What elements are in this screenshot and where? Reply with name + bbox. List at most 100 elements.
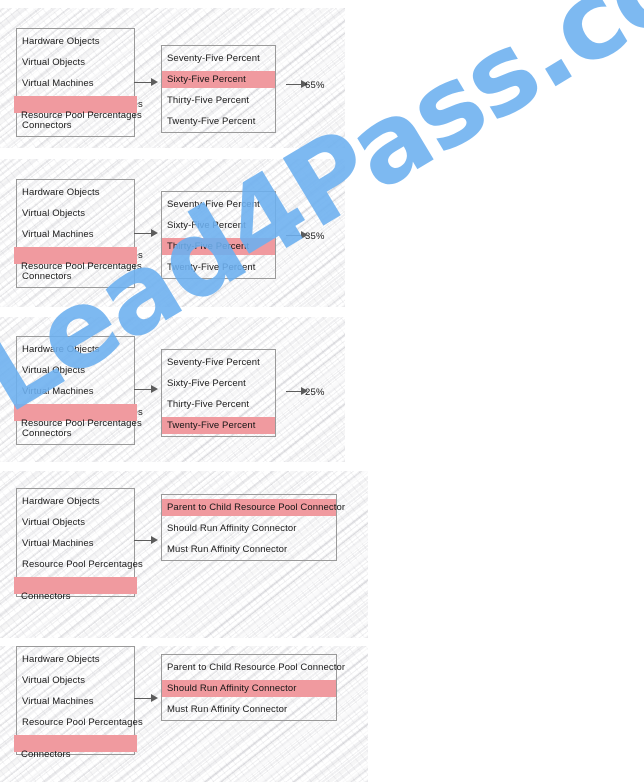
right-list-item[interactable]: Twenty-Five Percent	[162, 111, 275, 132]
right-list-item[interactable]: Thirty-Five Percent	[162, 90, 275, 111]
result-percentage-value: 65%	[305, 80, 325, 91]
screenshot-root: Hardware Objects Virtual Objects Virtual M…	[0, 0, 644, 782]
right-list-item[interactable]: Must Run Affinity Connector	[162, 539, 336, 560]
right-list-selected-item[interactable]: Twenty-Five Percent	[162, 417, 275, 434]
right-list-selected-item[interactable]: Sixty-Five Percent	[162, 71, 275, 88]
right-option-listbox[interactable]: Seventy-Five Percent Sixty-Five Percent Th…	[161, 45, 276, 133]
left-list-item-label: Hardware Objects	[22, 36, 100, 47]
left-list-item[interactable]: Hardware Objects	[17, 31, 134, 52]
left-list-item[interactable]: Virtual Objects	[17, 512, 134, 533]
left-list-item[interactable]: Hardware Objects	[17, 339, 134, 360]
left-list-item[interactable]: Virtual Objects	[17, 52, 134, 73]
right-list-item-label: Sixty-Five Percent	[167, 74, 246, 85]
left-list-selected-label: Resource Pool Percentages	[21, 417, 142, 429]
left-list-item[interactable]: Virtual Objects	[17, 670, 134, 691]
diagram-panel: Hardware Objects Virtual Objects Virtual M…	[0, 8, 345, 148]
left-list-item-label: Virtual Machines	[22, 386, 94, 397]
right-list-item-label: Seventy-Five Percent	[167, 357, 260, 368]
flow-arrow-icon	[134, 694, 158, 703]
left-list-item-label: Connectors	[22, 271, 72, 282]
right-list-item-label: Should Run Affinity Connector	[167, 683, 297, 694]
right-list-item-label: Parent to Child Resource Pool Connector	[167, 502, 346, 513]
right-list-item-label: Thirty-Five Percent	[167, 399, 250, 410]
right-list-item[interactable]: Sixty-Five Percent	[162, 373, 275, 394]
left-list-item[interactable]: Virtual Objects	[17, 360, 134, 381]
left-list-selected-highlight[interactable]: Connectors	[14, 735, 137, 760]
right-list-item[interactable]: Parent to Child Resource Pool Connector	[162, 657, 345, 678]
right-list-item[interactable]: Must Run Affinity Connector	[162, 699, 336, 720]
right-list-selected-item[interactable]: Should Run Affinity Connector	[162, 680, 336, 697]
left-list-item[interactable]: Virtual Machines	[17, 381, 134, 402]
right-list-item-label: Twenty-Five Percent	[167, 116, 256, 127]
left-list-item[interactable]: Resource Pool Percentages	[17, 554, 143, 575]
right-list-item-label: Should Run Affinity Connector	[167, 523, 297, 534]
right-list-item-label: Seventy-Five Percent	[167, 199, 260, 210]
right-list-item-label: Thirty-Five Percent	[167, 95, 250, 106]
result-percentage-value: 35%	[305, 231, 325, 242]
right-list-item-label: Seventy-Five Percent	[167, 53, 260, 64]
left-list-selected-highlight[interactable]: Connectors	[14, 577, 137, 602]
left-list-item-label: Virtual Machines	[22, 229, 94, 240]
result-percentage-value: 25%	[305, 387, 325, 398]
flow-arrow-icon	[134, 78, 158, 87]
left-list-item[interactable]: Virtual Machines	[17, 691, 134, 712]
right-option-listbox[interactable]: Seventy-Five Percent Sixty-Five Percent Th…	[161, 349, 276, 437]
right-list-item[interactable]: Should Run Affinity Connector	[162, 518, 336, 539]
right-option-listbox[interactable]: Seventy-Five Percent Sixty-Five Percent Th…	[161, 191, 276, 279]
left-list-item[interactable]: Hardware Objects	[17, 649, 134, 670]
right-list-selected-item[interactable]: Thirty-Five Percent	[162, 238, 275, 255]
left-list-item-label: Connectors	[22, 428, 72, 439]
diagram-panel: Hardware Objects Virtual Objects Virtual M…	[0, 159, 345, 307]
left-list-item[interactable]: Virtual Machines	[17, 533, 134, 554]
right-list-item[interactable]: Twenty-Five Percent	[162, 257, 275, 278]
left-list-selected-label: Resource Pool Percentages	[21, 260, 142, 272]
left-list-item[interactable]: Hardware Objects	[17, 182, 134, 203]
right-list-item-label: Twenty-Five Percent	[167, 262, 256, 273]
left-list-item[interactable]: Virtual Machines	[17, 73, 134, 94]
left-list-item-label: Virtual Machines	[22, 696, 94, 707]
left-list-selected-highlight[interactable]: Resource Pool Percentages	[14, 247, 142, 272]
right-option-listbox[interactable]: Parent to Child Resource Pool Connector S…	[161, 494, 345, 561]
diagram-panel: Hardware Objects Virtual Objects Virtual M…	[0, 471, 368, 638]
left-list-selected-highlight[interactable]: Resource Pool Percentages	[14, 404, 142, 429]
left-list-item[interactable]: Virtual Objects	[17, 203, 134, 224]
right-list-item[interactable]: Seventy-Five Percent	[162, 48, 275, 69]
right-list-item-label: Twenty-Five Percent	[167, 420, 256, 431]
left-list-selected-highlight[interactable]: Resource Pool Percentages	[14, 96, 142, 121]
right-list-item-label: Must Run Affinity Connector	[167, 544, 288, 555]
left-list-item-label: Hardware Objects	[22, 187, 100, 198]
right-list-item-label: Sixty-Five Percent	[167, 220, 246, 231]
left-list-item-label: Hardware Objects	[22, 344, 100, 355]
left-list-item-label: Connectors	[22, 120, 72, 131]
left-list-item-label: Resource Pool Percentages	[22, 717, 143, 728]
left-list-item-label: Virtual Objects	[22, 57, 86, 68]
left-list-item-label: Resource Pool Percentages	[22, 559, 143, 570]
diagram-panel: Hardware Objects Virtual Objects Virtual M…	[0, 317, 345, 462]
left-list-item-label: Hardware Objects	[22, 654, 100, 665]
left-list-item-label: Hardware Objects	[22, 496, 100, 507]
left-list-item[interactable]: Virtual Machines	[17, 224, 134, 245]
right-list-item[interactable]: Thirty-Five Percent	[162, 394, 275, 415]
left-list-item-label: Virtual Objects	[22, 208, 86, 219]
left-list-item-label: Virtual Objects	[22, 517, 86, 528]
left-list-item[interactable]: Resource Pool Percentages	[17, 712, 143, 733]
flow-arrow-icon	[134, 536, 158, 545]
right-list-item-label: Thirty-Five Percent	[167, 241, 250, 252]
right-list-item[interactable]: Sixty-Five Percent	[162, 215, 275, 236]
right-option-listbox[interactable]: Parent to Child Resource Pool Connector S…	[161, 654, 345, 721]
left-list-item[interactable]: Hardware Objects	[17, 491, 134, 512]
right-list-item-label: Parent to Child Resource Pool Connector	[167, 662, 346, 673]
left-list-item-label: Virtual Objects	[22, 675, 86, 686]
left-list-selected-label: Connectors	[21, 748, 71, 760]
left-list-item-label: Virtual Machines	[22, 78, 94, 89]
diagram-panel: Hardware Objects Virtual Objects Virtual M…	[0, 646, 368, 782]
left-list-item-label: Virtual Machines	[22, 538, 94, 549]
flow-arrow-icon	[134, 385, 158, 394]
left-list-selected-label: Resource Pool Percentages	[21, 109, 142, 121]
right-list-item[interactable]: Seventy-Five Percent	[162, 194, 275, 215]
left-list-selected-label: Connectors	[21, 590, 71, 602]
right-list-item-label: Must Run Affinity Connector	[167, 704, 288, 715]
right-list-item[interactable]: Seventy-Five Percent	[162, 352, 275, 373]
flow-arrow-icon	[134, 229, 158, 238]
right-list-selected-item[interactable]: Parent to Child Resource Pool Connector	[162, 499, 345, 516]
